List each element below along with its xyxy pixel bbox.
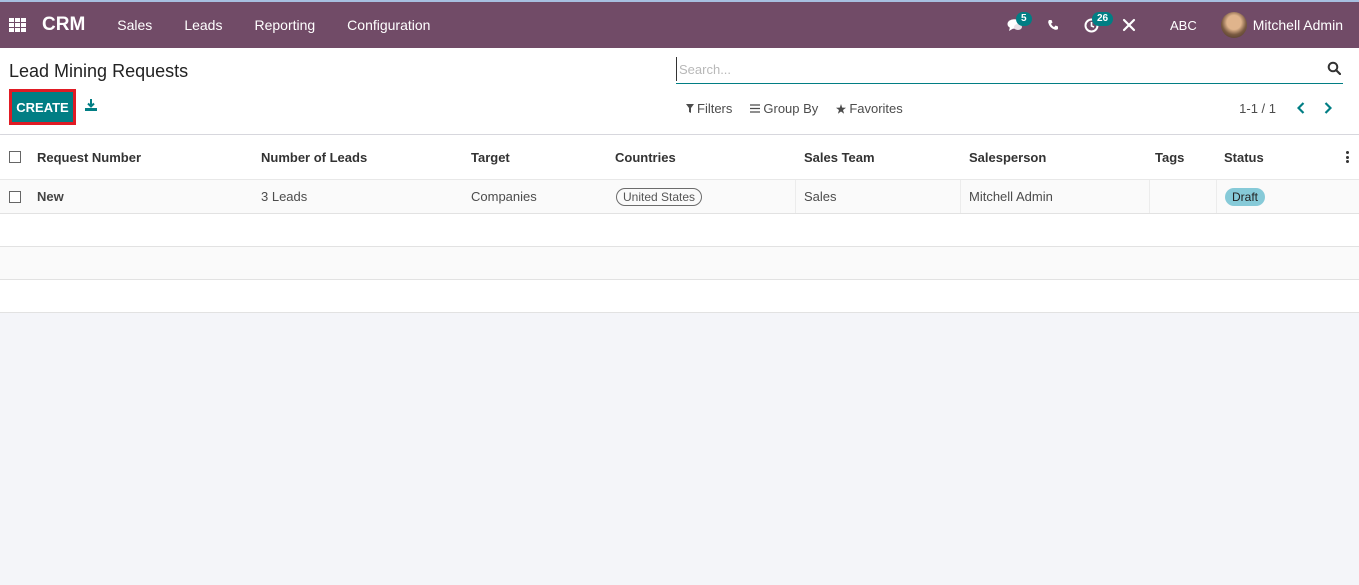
user-name: Mitchell Admin — [1252, 17, 1343, 33]
pager-value[interactable]: 1-1 / 1 — [1239, 101, 1276, 116]
cell-number-of-leads: 3 Leads — [261, 189, 308, 204]
country-tag: United States — [616, 187, 703, 206]
column-separator — [795, 180, 796, 213]
optional-columns-toggle[interactable] — [1346, 151, 1350, 163]
table-row[interactable]: New 3 Leads Companies United States Sale… — [0, 180, 1359, 214]
filters-button[interactable]: Filters — [686, 101, 732, 116]
empty-row — [0, 280, 1359, 313]
download-icon — [85, 99, 97, 111]
pager-next-button[interactable] — [1321, 100, 1335, 116]
column-header-tags[interactable]: Tags — [1155, 135, 1184, 179]
favorites-label: Favorites — [849, 101, 903, 116]
column-header-salesperson[interactable]: Salesperson — [969, 135, 1046, 179]
empty-row — [0, 247, 1359, 280]
search-bar — [676, 57, 1343, 84]
systray: 5 26 ABC Mitchell Admin — [996, 2, 1359, 48]
column-header-number-of-leads[interactable]: Number of Leads — [261, 135, 367, 179]
filters-label: Filters — [697, 101, 733, 116]
filter-icon — [686, 104, 694, 113]
star-icon — [836, 103, 847, 114]
menu-leads[interactable]: Leads — [168, 17, 238, 33]
column-header-status[interactable]: Status — [1224, 135, 1264, 179]
column-header-target[interactable]: Target — [471, 135, 510, 179]
chevron-left-icon — [1297, 102, 1305, 114]
pager-previous-button[interactable] — [1294, 100, 1308, 116]
company-switcher[interactable]: ABC — [1156, 18, 1211, 33]
select-all-checkbox[interactable] — [9, 151, 21, 163]
messages-count-badge: 5 — [1016, 12, 1032, 26]
phone-button[interactable] — [1034, 2, 1072, 48]
status-badge: Draft — [1225, 187, 1266, 206]
column-separator — [1149, 180, 1150, 213]
messages-button[interactable]: 5 — [996, 2, 1034, 48]
search-icon[interactable] — [1327, 61, 1341, 75]
cell-sales-team: Sales — [804, 189, 837, 204]
column-header-request-number[interactable]: Request Number — [37, 135, 141, 179]
activities-button[interactable]: 26 — [1072, 2, 1114, 48]
tools-button[interactable] — [1110, 2, 1148, 48]
column-header-countries[interactable]: Countries — [615, 135, 676, 179]
chevron-right-icon — [1324, 102, 1332, 114]
phone-icon — [1048, 20, 1058, 30]
cell-target: Companies — [471, 189, 537, 204]
column-separator — [960, 180, 961, 213]
tools-icon — [1122, 18, 1136, 32]
favorites-button[interactable]: Favorites — [836, 101, 903, 116]
group-by-label: Group By — [763, 101, 819, 116]
group-by-button[interactable]: Group By — [750, 101, 818, 116]
column-header-sales-team[interactable]: Sales Team — [804, 135, 875, 179]
menu-reporting[interactable]: Reporting — [238, 17, 331, 33]
search-input[interactable] — [676, 57, 1316, 81]
control-panel: Lead Mining Requests CREATE Filters Grou… — [0, 48, 1359, 135]
table-header: Request Number Number of Leads Target Co… — [0, 135, 1359, 180]
cell-request-number: New — [37, 189, 64, 204]
menu-configuration[interactable]: Configuration — [331, 17, 446, 33]
list-view: Request Number Number of Leads Target Co… — [0, 135, 1359, 313]
avatar — [1220, 12, 1247, 38]
menu-sales[interactable]: Sales — [101, 17, 168, 33]
cell-salesperson: Mitchell Admin — [969, 189, 1053, 204]
top-navbar: CRM Sales Leads Reporting Configuration … — [0, 0, 1359, 48]
row-checkbox[interactable] — [9, 190, 21, 203]
column-separator — [1216, 180, 1217, 213]
create-button[interactable]: CREATE — [12, 92, 73, 122]
create-highlight: CREATE — [9, 89, 76, 125]
search-options: Filters Group By Favorites — [686, 101, 921, 116]
bars-icon — [750, 104, 761, 113]
apps-grid-icon[interactable] — [9, 18, 27, 32]
user-menu[interactable]: Mitchell Admin — [1220, 12, 1343, 38]
app-brand[interactable]: CRM — [42, 14, 85, 36]
empty-row — [0, 214, 1359, 247]
download-button[interactable] — [84, 98, 100, 114]
page-title: Lead Mining Requests — [9, 61, 189, 81]
